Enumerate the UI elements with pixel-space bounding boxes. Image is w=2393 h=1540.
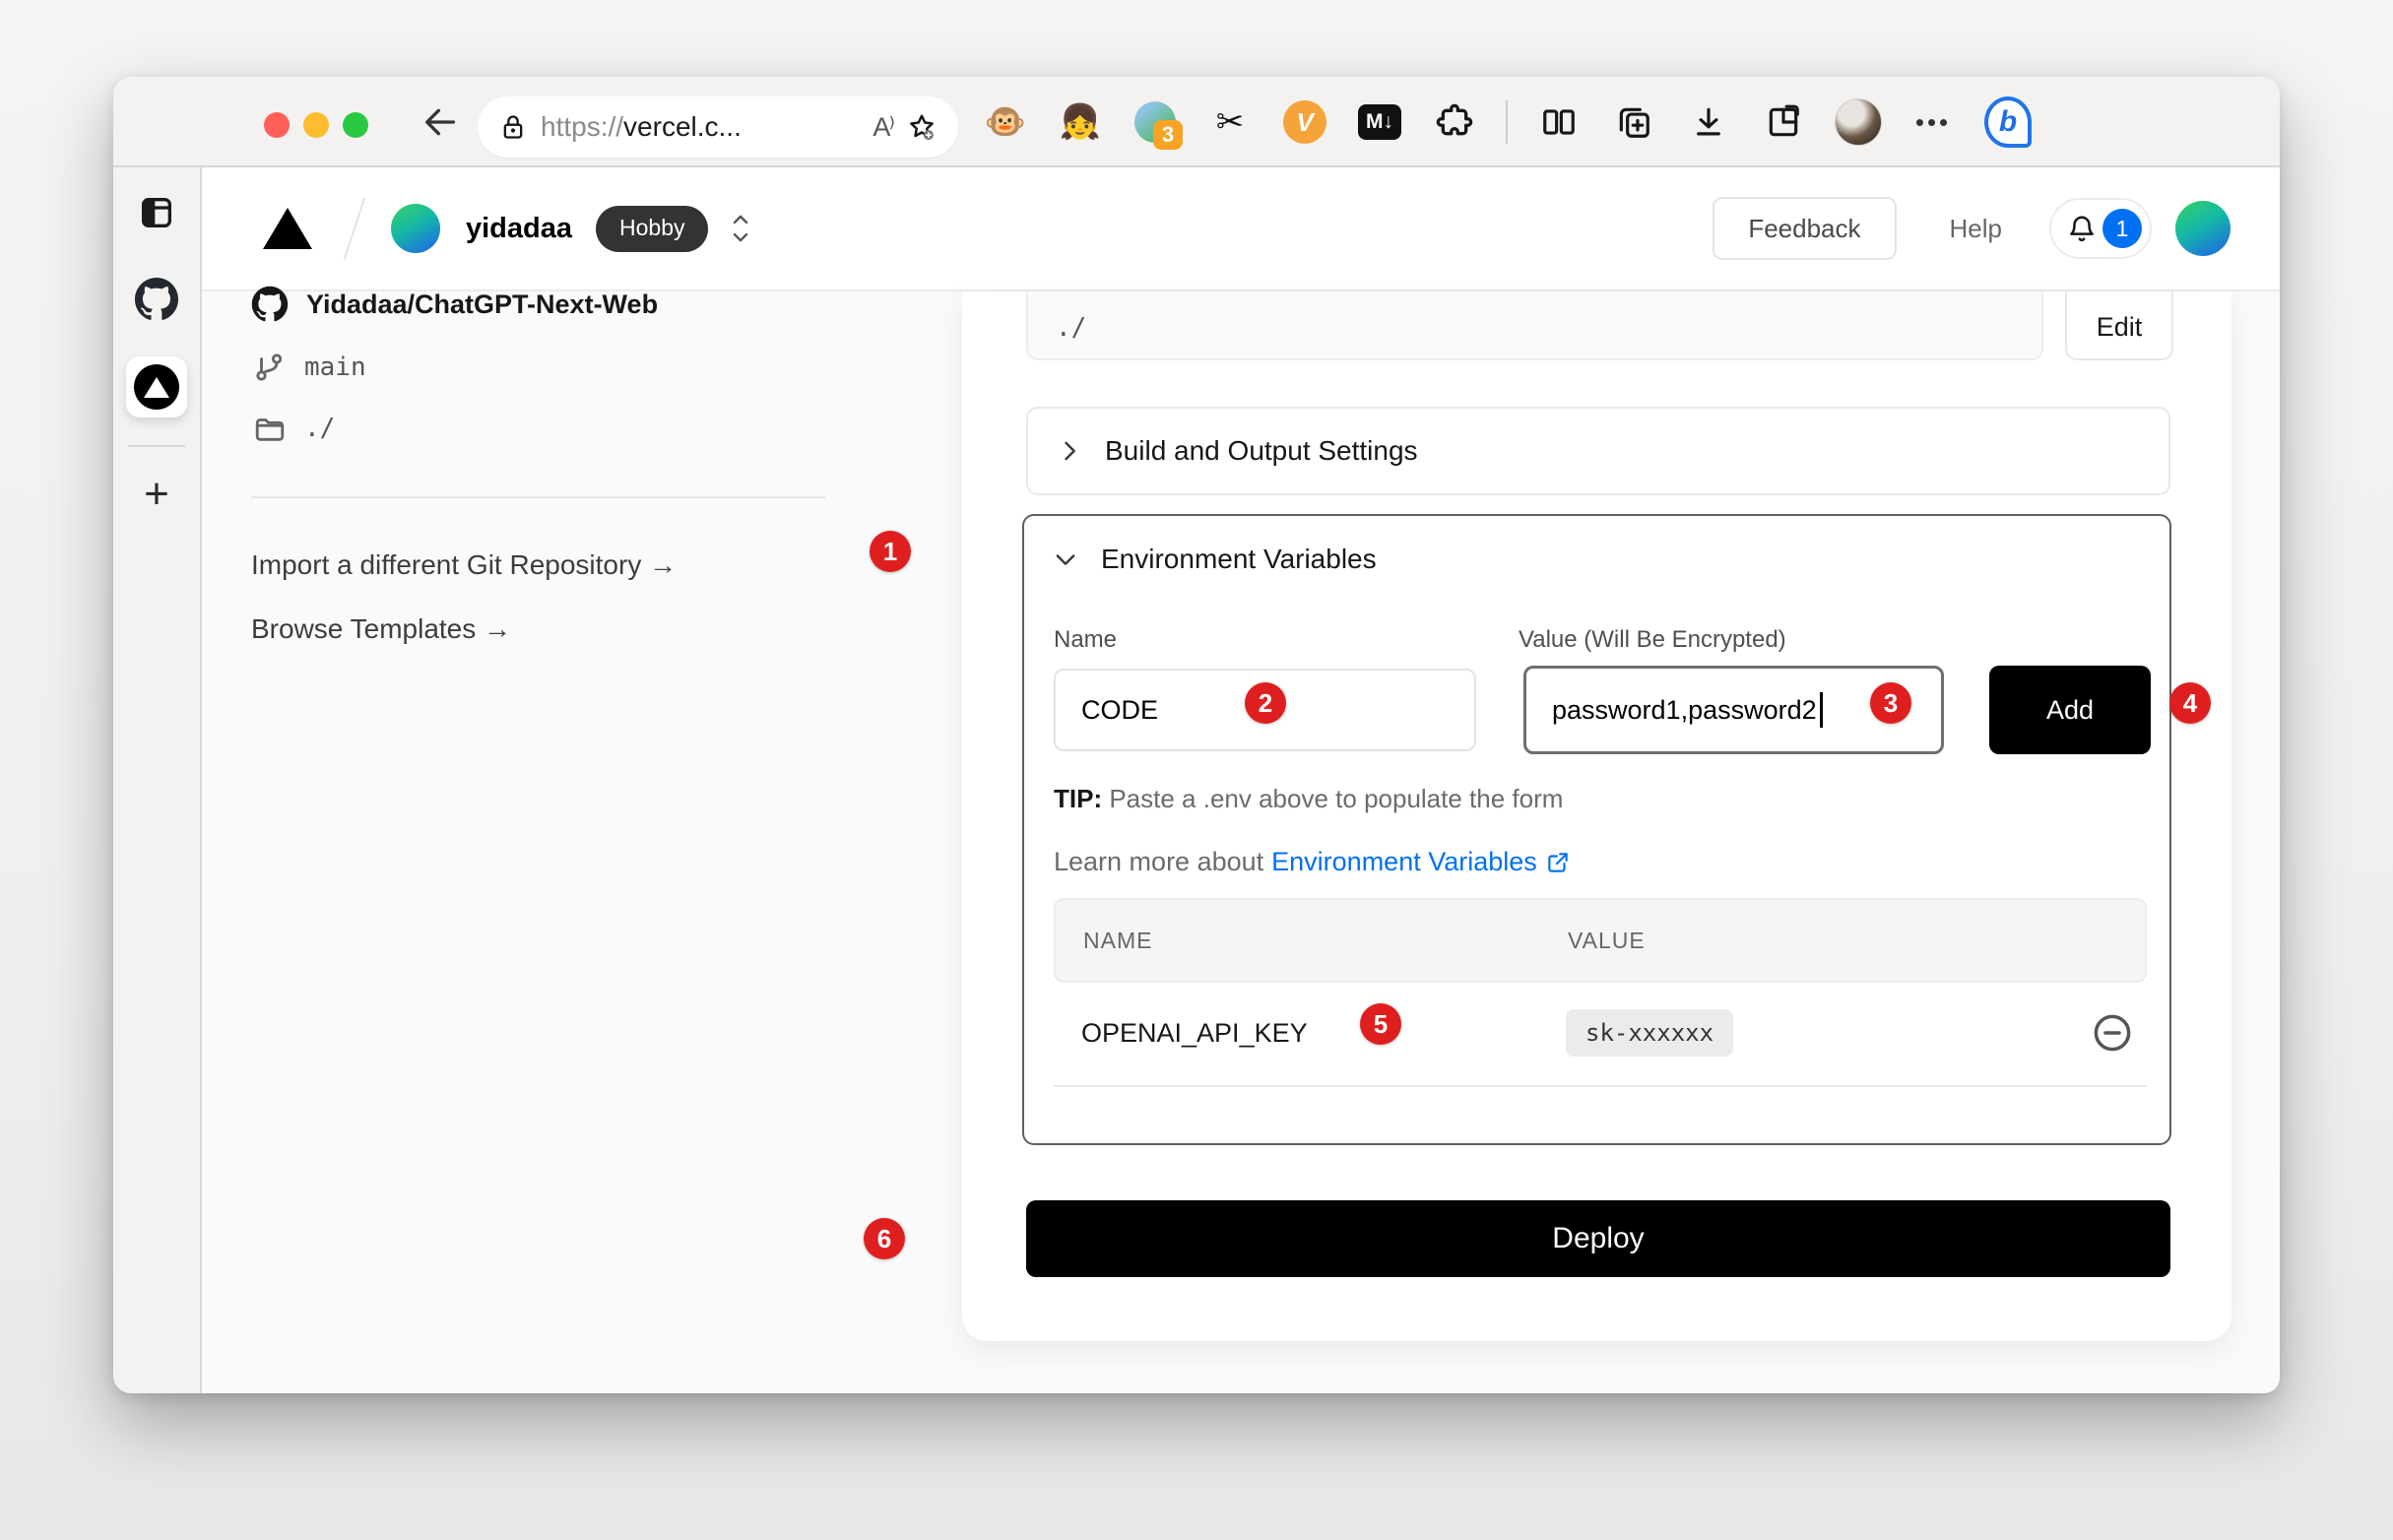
env-table-header: NAME VALUE	[1054, 898, 2147, 983]
env-section-title: Environment Variables	[1101, 544, 1377, 575]
read-aloud-icon[interactable]: A⁾	[873, 112, 893, 143]
column-name: NAME	[1056, 928, 1568, 954]
git-branch-icon	[253, 351, 287, 384]
split-screen-icon[interactable]	[1535, 98, 1583, 146]
deploy-button[interactable]: Deploy	[1026, 1200, 2170, 1277]
env-name-value: CODE	[1081, 695, 1158, 726]
external-link-icon	[1545, 850, 1571, 875]
remove-env-button[interactable]	[2092, 1012, 2133, 1054]
extension-count-badge: 3	[1153, 120, 1183, 150]
url-text: https://vercel.c...	[541, 111, 742, 143]
root-directory-input[interactable]: ./	[1026, 291, 2043, 360]
root-dir-info: ./	[253, 412, 335, 445]
minimize-window-button[interactable]	[303, 112, 329, 138]
zoom-window-button[interactable]	[343, 112, 368, 138]
value-label: Value (Will Be Encrypted)	[1519, 626, 1786, 654]
page-content: yidadaa Hobby Feedback Help 1 Yidadaa/Ch…	[202, 167, 2280, 1393]
folder-icon	[253, 412, 287, 445]
left-divider	[251, 496, 825, 498]
environment-variables-section: Environment Variables Name Value (Will B…	[1022, 514, 2171, 1145]
repo-info: Yidadaa/ChatGPT-Next-Web	[251, 286, 658, 323]
import-project-card: ./ Edit Build and Output Settings Enviro…	[962, 291, 2231, 1341]
notifications-button[interactable]: 1	[2049, 198, 2152, 259]
annotation-badge-5: 5	[1360, 1003, 1401, 1045]
annotation-badge-2: 2	[1245, 682, 1286, 724]
env-row-divider	[1054, 1085, 2147, 1087]
annotation-badge-4: 4	[2169, 682, 2211, 724]
tab-github-icon[interactable]	[129, 272, 184, 327]
branch-info: main	[253, 351, 366, 384]
minus-circle-icon	[2092, 1012, 2133, 1054]
tabstrip-divider	[128, 445, 185, 447]
import-repo-link[interactable]: Import a different Git Repository →	[251, 549, 677, 581]
help-link[interactable]: Help	[1950, 214, 2002, 244]
browser-window: https://vercel.c... A⁾ 🐵 👧 3 ✂ V M↓	[113, 77, 2280, 1393]
team-avatar[interactable]	[391, 204, 440, 253]
tampermonkey-extension-icon[interactable]: 🐵	[982, 98, 1029, 146]
env-table-row: OPENAI_API_KEY sk-xxxxxx	[1054, 983, 2147, 1083]
annotation-badge-1: 1	[870, 531, 911, 572]
profile-avatar[interactable]	[1835, 98, 1882, 146]
add-favorite-icon[interactable]	[907, 112, 937, 142]
env-value-value: password1,password2	[1552, 695, 1817, 726]
add-env-button[interactable]: Add	[1989, 666, 2151, 754]
toolbar-separator	[1506, 100, 1508, 144]
tip-text: TIP: Paste a .env above to populate the …	[1054, 784, 1563, 814]
build-section-title: Build and Output Settings	[1105, 435, 1418, 467]
annotation-badge-6: 6	[864, 1218, 905, 1259]
feedback-button[interactable]: Feedback	[1713, 197, 1896, 260]
column-value: VALUE	[1568, 928, 1646, 954]
user-avatar[interactable]	[2175, 201, 2231, 256]
env-row-value-chip: sk-xxxxxx	[1566, 1009, 1733, 1057]
vertical-tab-strip: +	[113, 167, 202, 1393]
bell-icon	[2067, 214, 2097, 243]
learn-more-text: Learn more about Environment Variables	[1054, 847, 1571, 877]
team-switcher-icon[interactable]	[726, 212, 755, 245]
extension-row: 🐵 👧 3 ✂ V M↓	[982, 91, 2032, 154]
github-icon	[251, 286, 289, 323]
vercel-favicon	[134, 364, 179, 410]
close-window-button[interactable]	[264, 112, 290, 138]
collections-icon[interactable]	[1610, 98, 1657, 146]
name-label: Name	[1054, 626, 1117, 654]
bing-chat-icon[interactable]: b	[1984, 98, 2032, 146]
tab-panel-toggle-icon[interactable]	[129, 185, 184, 240]
vercel-logo-icon[interactable]	[263, 208, 312, 249]
new-tab-button[interactable]: +	[129, 467, 184, 522]
vercel-header: yidadaa Hobby Feedback Help 1	[202, 167, 2280, 291]
browse-templates-link[interactable]: Browse Templates →	[251, 613, 511, 645]
browser-toolbar: https://vercel.c... A⁾ 🐵 👧 3 ✂ V M↓	[113, 77, 2280, 167]
badge-extension-icon[interactable]: 3	[1132, 98, 1179, 146]
markdown-extension-icon[interactable]: M↓	[1356, 98, 1403, 146]
tab-vercel-active[interactable]	[126, 356, 187, 417]
lock-icon	[499, 113, 527, 141]
workspaces-icon[interactable]	[1760, 98, 1807, 146]
plan-badge: Hobby	[596, 206, 708, 252]
address-bar[interactable]: https://vercel.c... A⁾	[478, 96, 958, 158]
environment-variables-toggle[interactable]: Environment Variables	[1052, 544, 1377, 575]
edit-button[interactable]: Edit	[2065, 291, 2173, 360]
notification-count-badge: 1	[2102, 209, 2142, 248]
repo-name: Yidadaa/ChatGPT-Next-Web	[306, 289, 658, 320]
text-caret	[1820, 692, 1823, 728]
back-button[interactable]	[409, 91, 472, 154]
extensions-puzzle-icon[interactable]	[1431, 98, 1478, 146]
env-docs-link[interactable]: Environment Variables	[1271, 847, 1537, 877]
branch-name: main	[304, 353, 366, 382]
chevron-right-icon	[1056, 437, 1083, 465]
downloads-icon[interactable]	[1685, 98, 1732, 146]
persona-extension-icon[interactable]: 👧	[1057, 98, 1104, 146]
root-dir-text: ./	[304, 414, 335, 443]
annotation-badge-3: 3	[1870, 682, 1911, 724]
team-name: yidadaa	[466, 213, 572, 245]
scissors-extension-icon[interactable]: ✂	[1206, 98, 1254, 146]
chevron-down-icon	[1052, 545, 1079, 573]
more-options-icon[interactable]: •••	[1909, 98, 1957, 146]
build-output-settings-toggle[interactable]: Build and Output Settings	[1026, 407, 2170, 495]
video-downloader-extension-icon[interactable]: V	[1281, 98, 1328, 146]
breadcrumb-slash	[344, 197, 365, 259]
env-row-name: OPENAI_API_KEY	[1054, 1018, 1566, 1049]
